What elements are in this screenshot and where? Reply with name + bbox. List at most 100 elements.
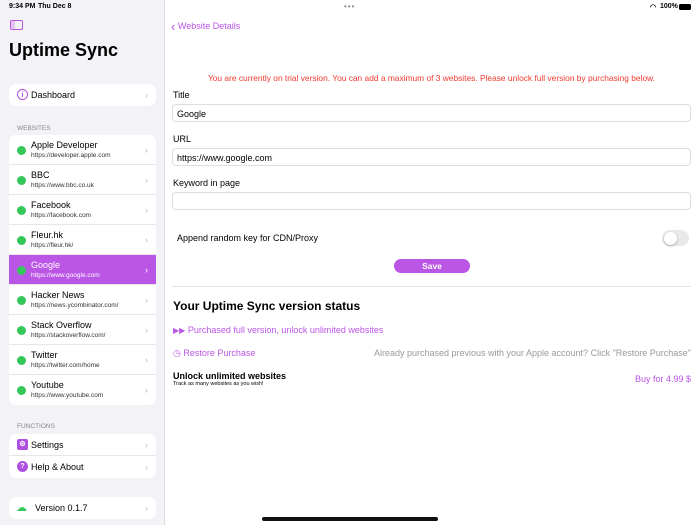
- website-url: https://twitter.com/home: [31, 362, 100, 369]
- info-icon: i: [17, 89, 28, 100]
- chevron-right-icon: ›: [145, 354, 148, 365]
- save-button[interactable]: Save: [394, 259, 470, 273]
- sidebar-toggle-icon[interactable]: [10, 20, 23, 30]
- multitask-dots-icon[interactable]: •••: [344, 2, 355, 11]
- chevron-left-icon: ‹: [171, 19, 176, 34]
- cloud-icon: ☁: [16, 502, 27, 514]
- append-label: Append random key for CDN/Proxy: [177, 233, 319, 243]
- website-url: https://developer.apple.com: [31, 152, 111, 159]
- chevron-right-icon: ›: [145, 439, 148, 450]
- website-url: https://www.youtube.com: [31, 392, 104, 399]
- status-date: Thu Dec 8: [38, 3, 72, 10]
- sidebar-item-settings[interactable]: ⚙ Settings ›: [9, 434, 156, 456]
- gear-icon: ⚙: [17, 439, 28, 450]
- fast-forward-icon: ▶▶: [173, 326, 186, 335]
- trial-notice: You are currently on trial version. You …: [207, 73, 656, 83]
- sidebar-website-item[interactable]: BBC https://www.bbc.co.uk ›: [9, 165, 156, 195]
- keyword-input[interactable]: [172, 192, 691, 210]
- restore-label: Restore Purchase: [183, 348, 256, 358]
- purchased-link[interactable]: ▶▶ Purchased full version, unlock unlimi…: [173, 325, 383, 335]
- version-label: Version 0.1.7: [35, 503, 88, 513]
- chevron-right-icon: ›: [145, 90, 148, 100]
- websites-header: WEBSITES: [17, 125, 51, 132]
- keyword-label: Keyword in page: [173, 178, 241, 188]
- website-name: Facebook: [31, 200, 71, 210]
- battery-icon: [679, 4, 691, 10]
- sidebar-website-item[interactable]: Twitter https://twitter.com/home ›: [9, 345, 156, 375]
- chevron-right-icon: ›: [145, 144, 148, 155]
- functions-header: FUNCTIONS: [17, 423, 55, 430]
- sidebar-website-item[interactable]: Hacker News https://news.ycombinator.com/…: [9, 285, 156, 315]
- url-input[interactable]: https://www.google.com: [172, 148, 691, 166]
- website-name: Google: [31, 260, 61, 270]
- unlock-subtitle: Track as many websites as you wish!: [173, 381, 264, 387]
- back-label: Website Details: [177, 21, 241, 31]
- website-name: Apple Developer: [31, 140, 98, 150]
- wifi-icon: ◠: [650, 4, 657, 11]
- chevron-right-icon: ›: [145, 324, 148, 335]
- website-url: https://news.ycombinator.com/: [31, 302, 119, 309]
- website-url: https://fleur.hk/: [31, 242, 74, 249]
- status-dot-icon: [17, 206, 26, 215]
- dashboard-label: Dashboard: [31, 90, 76, 100]
- home-indicator[interactable]: [262, 517, 438, 521]
- buy-button[interactable]: Buy for 4.99 $: [635, 374, 691, 384]
- settings-label: Settings: [31, 440, 64, 450]
- website-url: https://facebook.com: [31, 212, 91, 219]
- website-url: https://www.bbc.co.uk: [31, 182, 94, 189]
- status-dot-icon: [17, 236, 26, 245]
- website-name: Twitter: [31, 350, 58, 360]
- sidebar-website-item[interactable]: Google https://www.google.com ›: [9, 255, 156, 285]
- website-name: Stack Overflow: [31, 320, 92, 330]
- divider: [172, 286, 691, 287]
- websites-list: Apple Developer https://developer.apple.c…: [9, 135, 156, 405]
- status-dot-icon: [17, 146, 26, 155]
- chevron-right-icon: ›: [145, 234, 148, 245]
- status-dot-icon: [17, 386, 26, 395]
- website-url: https://www.google.com: [31, 272, 100, 279]
- sidebar-item-dashboard[interactable]: i Dashboard ›: [9, 84, 156, 106]
- title-label: Title: [173, 90, 190, 100]
- status-time: 9:34 PM: [9, 3, 36, 10]
- unlock-title: Unlock unlimited websites: [173, 371, 287, 381]
- status-dot-icon: [17, 176, 26, 185]
- website-name: Fleur.hk: [31, 230, 64, 240]
- app-title: Uptime Sync: [9, 40, 119, 60]
- version-status-heading: Your Uptime Sync version status: [173, 299, 361, 313]
- status-dot-icon: [17, 296, 26, 305]
- chevron-right-icon: ›: [145, 174, 148, 185]
- chevron-right-icon: ›: [145, 462, 148, 472]
- battery-percent: 100%: [660, 3, 678, 10]
- website-url: https://stackoverflow.com/: [31, 332, 106, 339]
- sidebar-item-version[interactable]: ☁ Version 0.1.7 ›: [9, 497, 156, 519]
- sidebar: 9:34 PM Thu Dec 8 Uptime Sync i Dashboard…: [0, 0, 165, 525]
- title-input[interactable]: Google: [172, 104, 691, 122]
- status-dot-icon: [17, 326, 26, 335]
- purchased-label: Purchased full version, unlock unlimited…: [187, 325, 384, 335]
- question-icon: ?: [17, 461, 28, 472]
- chevron-right-icon: ›: [145, 264, 148, 275]
- chevron-right-icon: ›: [145, 204, 148, 215]
- help-label: Help & About: [31, 462, 84, 472]
- restore-purchase-button[interactable]: ◷ Restore Purchase: [173, 348, 255, 359]
- chevron-right-icon: ›: [145, 503, 148, 513]
- sidebar-item-help[interactable]: ? Help & About ›: [9, 456, 156, 478]
- chevron-right-icon: ›: [145, 385, 148, 395]
- status-dot-icon: [17, 266, 26, 275]
- sidebar-website-item[interactable]: Fleur.hk https://fleur.hk/ ›: [9, 225, 156, 255]
- sidebar-website-item[interactable]: Youtube https://www.youtube.com ›: [9, 375, 156, 405]
- sidebar-website-item[interactable]: Apple Developer https://developer.apple.c…: [9, 135, 156, 165]
- website-name: BBC: [31, 170, 50, 180]
- append-toggle[interactable]: [662, 230, 689, 246]
- sidebar-website-item[interactable]: Facebook https://facebook.com ›: [9, 195, 156, 225]
- restore-hint: Already purchased previous with your App…: [373, 348, 691, 358]
- url-label: URL: [173, 134, 192, 144]
- functions-list: ⚙ Settings › ? Help & About ›: [9, 434, 156, 478]
- history-icon: ◷: [173, 348, 181, 358]
- website-name: Youtube: [31, 380, 64, 390]
- sidebar-website-item[interactable]: Stack Overflow https://stackoverflow.com/…: [9, 315, 156, 345]
- back-button[interactable]: ‹ Website Details: [171, 19, 240, 34]
- status-dot-icon: [17, 356, 26, 365]
- chevron-right-icon: ›: [145, 294, 148, 305]
- website-name: Hacker News: [31, 290, 85, 300]
